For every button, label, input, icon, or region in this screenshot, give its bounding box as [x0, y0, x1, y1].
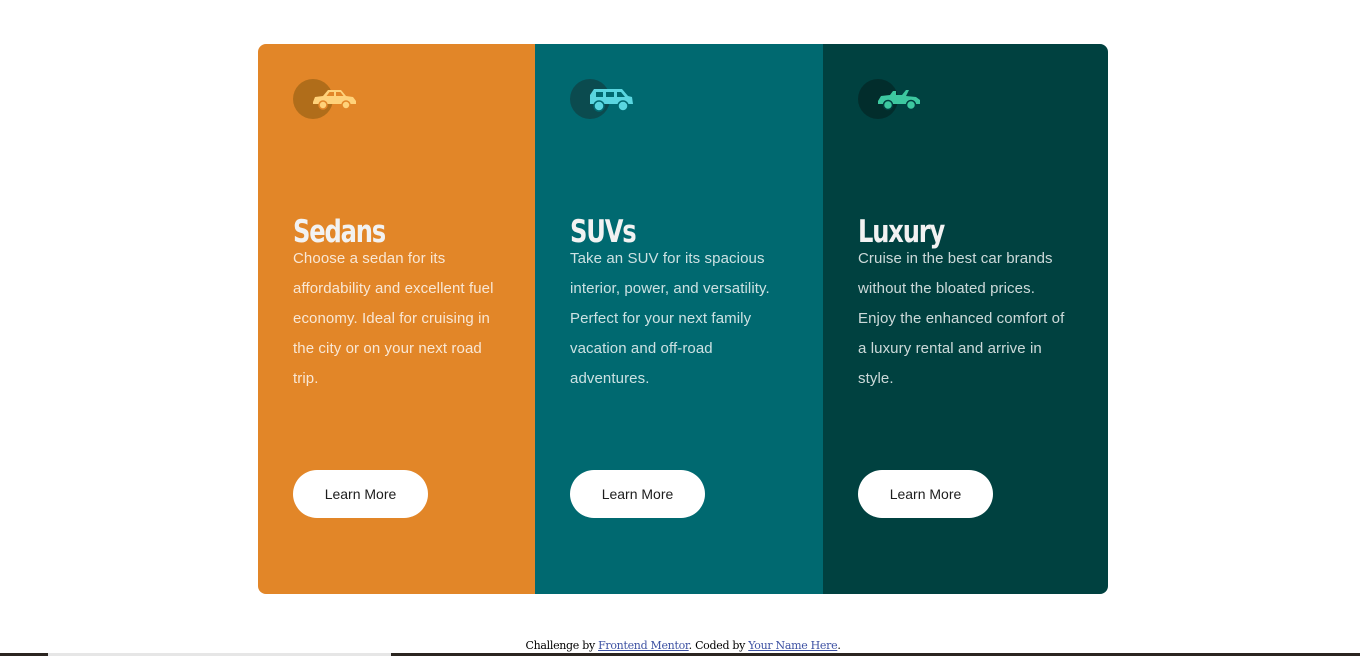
card-description: Take an SUV for its spacious interior, p…: [570, 250, 770, 387]
card-description: Choose a sedan for its affordability and…: [293, 250, 494, 387]
learn-more-button[interactable]: Learn More: [570, 470, 705, 518]
author-link[interactable]: Your Name Here: [748, 639, 837, 652]
luxury-car-icon: [858, 79, 928, 119]
attribution: Challenge by Frontend Mentor. Coded by Y…: [0, 639, 1360, 652]
button-label: Learn More: [324, 486, 397, 502]
card-description: Cruise in the best car brands without th…: [858, 250, 1065, 387]
sedan-car-icon: [293, 79, 363, 119]
button-label: Learn More: [601, 486, 674, 502]
attribution-prefix: Challenge by: [525, 639, 599, 652]
card-sedans: Sedans Choose a sedan for its affordabil…: [258, 44, 535, 594]
frontend-mentor-link[interactable]: Frontend Mentor: [598, 639, 689, 652]
learn-more-button[interactable]: Learn More: [858, 470, 993, 518]
learn-more-button[interactable]: Learn More: [293, 470, 428, 518]
card-luxury: Luxury Cruise in the best car brands wit…: [823, 44, 1108, 594]
card-suvs: SUVs Take an SUV for its spacious interi…: [535, 44, 823, 594]
button-label: Learn More: [889, 486, 962, 502]
suv-car-icon: [570, 79, 640, 119]
card-group: Sedans Choose a sedan for its affordabil…: [258, 44, 1108, 594]
attribution-middle: . Coded by: [688, 639, 749, 652]
attribution-suffix: .: [837, 639, 841, 652]
